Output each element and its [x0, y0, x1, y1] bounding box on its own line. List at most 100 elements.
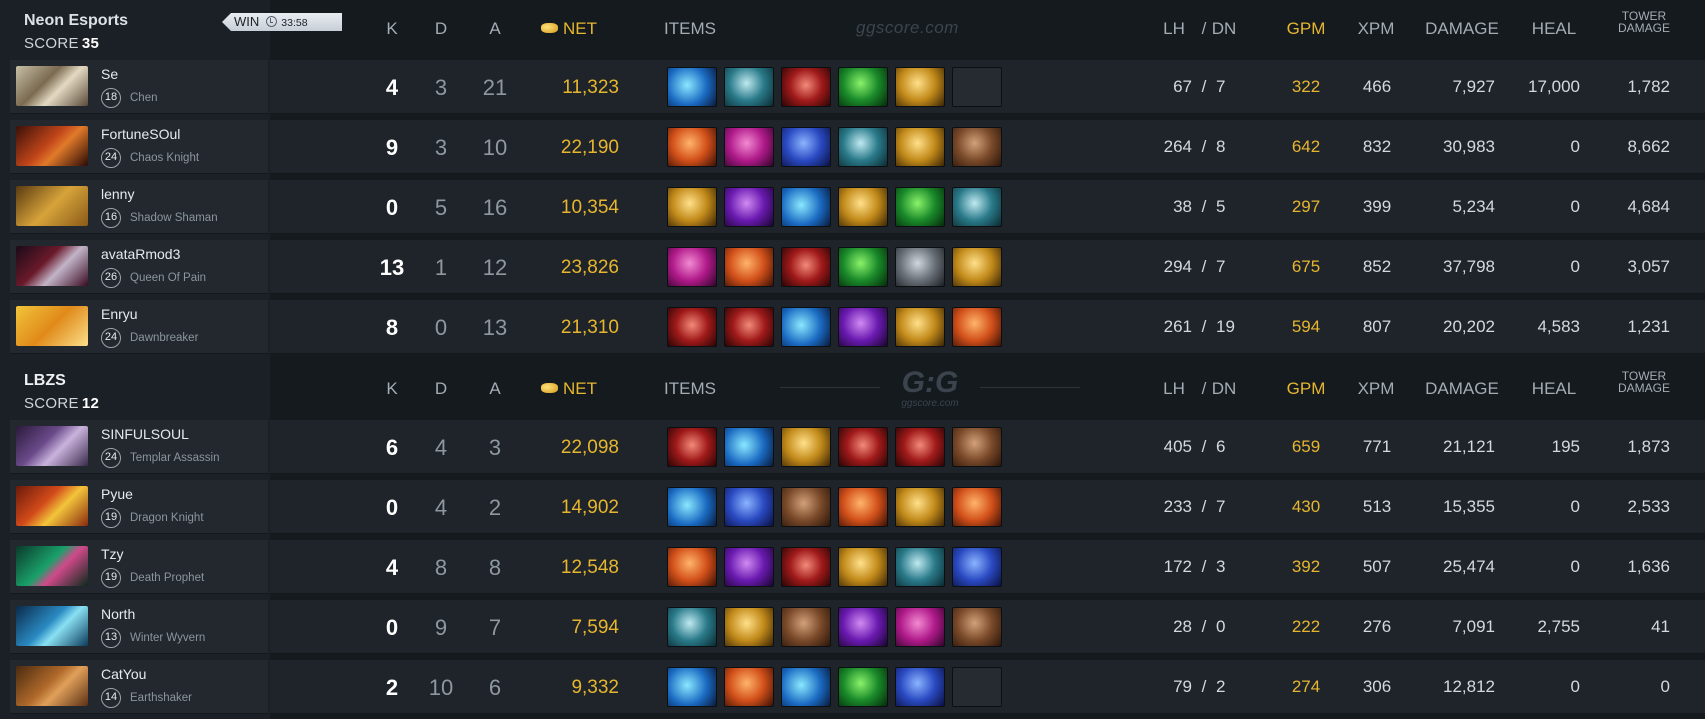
team-score: SCORE 12	[24, 395, 99, 412]
item-slot[interactable]	[667, 67, 717, 107]
item-slot[interactable]	[781, 607, 831, 647]
item-slot[interactable]	[895, 67, 945, 107]
xpm: 771	[1362, 437, 1392, 456]
assists: 3	[488, 435, 502, 460]
item-slot[interactable]	[838, 307, 888, 347]
item-slot[interactable]	[838, 127, 888, 167]
item-slot[interactable]	[895, 247, 945, 287]
player-name[interactable]: Tzy	[101, 546, 124, 562]
item-slot[interactable]	[952, 127, 1002, 167]
item-slot[interactable]	[667, 607, 717, 647]
hero-portrait	[16, 66, 88, 106]
item-slot[interactable]	[724, 667, 774, 707]
item-slot[interactable]	[667, 307, 717, 347]
player-name[interactable]: SINFULSOUL	[101, 426, 189, 442]
col-assists: A	[489, 19, 501, 38]
item-slot[interactable]	[781, 667, 831, 707]
item-slot[interactable]	[724, 607, 774, 647]
item-slot[interactable]	[724, 187, 774, 227]
result-label: WIN	[234, 14, 260, 29]
item-slot[interactable]	[781, 127, 831, 167]
item-slot[interactable]	[952, 247, 1002, 287]
item-slot[interactable]	[667, 667, 717, 707]
item-slot[interactable]	[838, 487, 888, 527]
team-name[interactable]: Neon Esports	[24, 12, 128, 30]
player-card[interactable]: Enryu 24 Dawnbreaker	[10, 300, 268, 354]
item-slot[interactable]	[781, 427, 831, 467]
item-slot[interactable]	[724, 547, 774, 587]
team-score: SCORE 35	[24, 35, 99, 52]
item-slot[interactable]	[667, 427, 717, 467]
player-card[interactable]: North 13 Winter Wyvern	[10, 600, 268, 654]
item-slot[interactable]	[781, 67, 831, 107]
item-slot[interactable]	[952, 427, 1002, 467]
player-name[interactable]: Pyue	[101, 486, 133, 502]
item-slot[interactable]	[952, 487, 1002, 527]
player-name[interactable]: CatYou	[101, 666, 146, 682]
item-slot[interactable]	[895, 487, 945, 527]
item-slot[interactable]	[724, 487, 774, 527]
xpm: 852	[1362, 257, 1392, 276]
item-slot[interactable]	[895, 427, 945, 467]
kills: 9	[385, 135, 399, 160]
gold-icon	[541, 23, 558, 33]
player-card[interactable]: Se 18 Chen	[10, 60, 268, 114]
player-name[interactable]: avataRmod3	[101, 246, 180, 262]
item-slot[interactable]	[724, 127, 774, 167]
item-slot[interactable]	[781, 187, 831, 227]
player-card[interactable]: avataRmod3 26 Queen Of Pain	[10, 240, 268, 294]
item-slot[interactable]	[895, 667, 945, 707]
item-slot[interactable]	[952, 607, 1002, 647]
item-slot[interactable]	[781, 547, 831, 587]
player-card[interactable]: Tzy 19 Death Prophet	[10, 540, 268, 594]
player-card[interactable]: Pyue 19 Dragon Knight	[10, 480, 268, 534]
col-slash: /	[1201, 19, 1207, 38]
item-slot[interactable]	[667, 247, 717, 287]
item-slot[interactable]	[838, 67, 888, 107]
item-slot[interactable]	[724, 307, 774, 347]
empty-item-slot	[952, 667, 1002, 707]
item-slot[interactable]	[895, 547, 945, 587]
team-name[interactable]: LBZS	[24, 372, 66, 390]
player-name[interactable]: North	[101, 606, 135, 622]
player-stats-row: 4 3 21 11,323 67 / 7 322 466 7,927 17,00…	[270, 60, 1705, 114]
deaths: 3	[434, 75, 448, 100]
item-slot[interactable]	[895, 187, 945, 227]
clock-icon	[266, 16, 278, 27]
item-slot[interactable]	[781, 307, 831, 347]
player-name[interactable]: Se	[101, 66, 118, 82]
player-card[interactable]: SINFULSOUL 24 Templar Assassin	[10, 420, 268, 474]
player-name[interactable]: FortuneSOul	[101, 126, 180, 142]
item-slot[interactable]	[895, 127, 945, 167]
item-slot[interactable]	[667, 487, 717, 527]
item-slot[interactable]	[724, 427, 774, 467]
player-card[interactable]: CatYou 14 Earthshaker	[10, 660, 268, 714]
item-slot[interactable]	[952, 307, 1002, 347]
item-slot[interactable]	[838, 607, 888, 647]
item-slot[interactable]	[667, 547, 717, 587]
item-slot[interactable]	[838, 247, 888, 287]
item-slot[interactable]	[952, 187, 1002, 227]
hero-portrait	[16, 666, 88, 706]
item-slot[interactable]	[838, 547, 888, 587]
player-name[interactable]: lenny	[101, 186, 134, 202]
item-slot[interactable]	[895, 607, 945, 647]
item-slot[interactable]	[781, 247, 831, 287]
item-slot[interactable]	[838, 667, 888, 707]
item-slot[interactable]	[724, 67, 774, 107]
item-slot[interactable]	[952, 547, 1002, 587]
player-name[interactable]: Enryu	[101, 306, 138, 322]
xpm: 399	[1362, 197, 1392, 216]
player-card[interactable]: lenny 16 Shadow Shaman	[10, 180, 268, 234]
item-slot[interactable]	[667, 127, 717, 167]
item-slot[interactable]	[895, 307, 945, 347]
item-slot[interactable]	[724, 247, 774, 287]
gpm: 594	[1291, 317, 1321, 336]
col-heal: HEAL	[1531, 379, 1577, 398]
item-slot[interactable]	[781, 487, 831, 527]
player-card[interactable]: FortuneSOul 24 Chaos Knight	[10, 120, 268, 174]
item-slot[interactable]	[838, 187, 888, 227]
item-slot[interactable]	[838, 427, 888, 467]
item-slot[interactable]	[667, 187, 717, 227]
damage: 15,355	[1443, 497, 1495, 516]
